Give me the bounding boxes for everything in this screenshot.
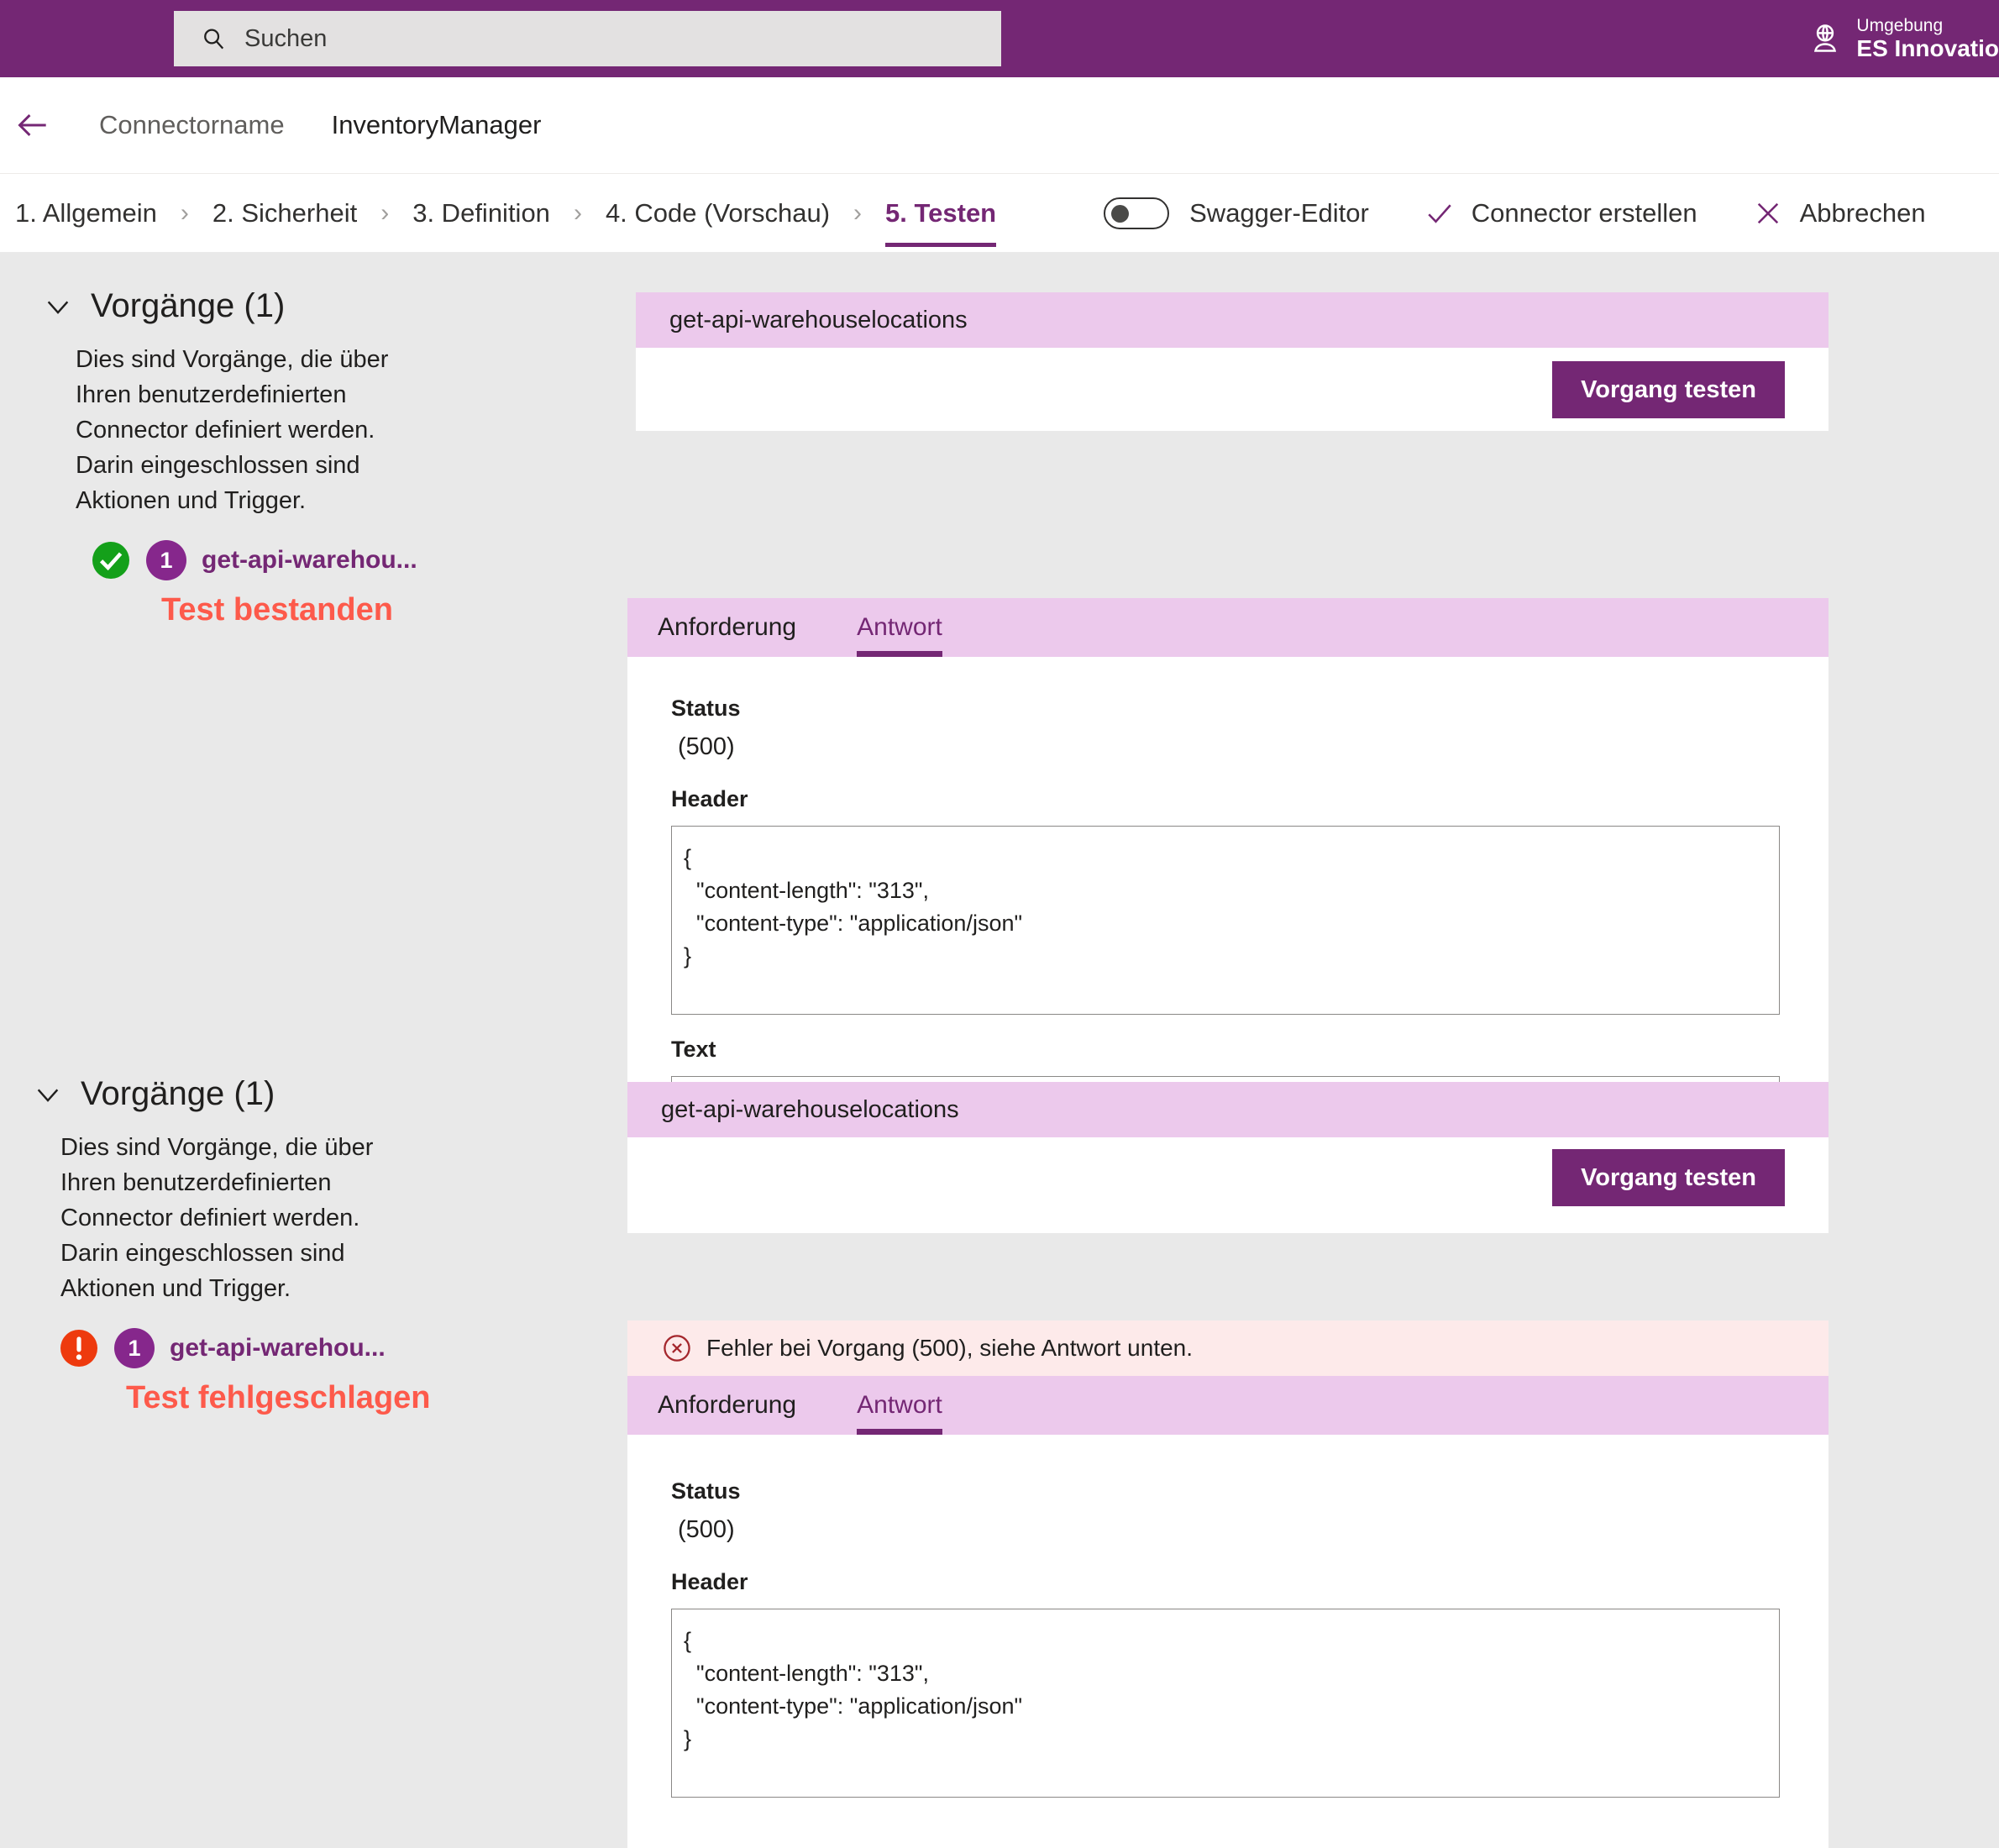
chevron-down-icon bbox=[47, 301, 69, 314]
error-exclamation-icon bbox=[60, 1330, 97, 1368]
step-code-vorschau[interactable]: 4. Code (Vorschau) bbox=[606, 174, 830, 252]
operation-number-badge: 1 bbox=[146, 540, 186, 581]
operations-description-passed: Dies sind Vorgänge, die über Ihren benut… bbox=[76, 346, 389, 515]
environment-label: Umgebung bbox=[1856, 15, 1944, 35]
result-tabs-failed: Anforderung Antwort bbox=[627, 1376, 1828, 1435]
tab-antwort-failed[interactable]: Antwort bbox=[826, 1376, 973, 1435]
step-navigation: 1. Allgemein › 2. Sicherheit › 3. Defini… bbox=[0, 174, 1999, 252]
test-operation-button-passed[interactable]: Vorgang testen bbox=[1552, 361, 1785, 418]
test-operation-button-failed[interactable]: Vorgang testen bbox=[1552, 1149, 1785, 1206]
operations-panel-failed: Vorgänge (1) Dies sind Vorgänge, die übe… bbox=[34, 1075, 622, 1416]
breadcrumb: Connectorname InventoryManager bbox=[0, 77, 1999, 174]
operation-card-header-failed: get-api-warehouselocations bbox=[627, 1082, 1828, 1137]
operation-name-passed: get-api-warehou... bbox=[202, 546, 417, 575]
operations-title-passed: Vorgänge (1) bbox=[91, 287, 286, 324]
tab-anforderung-failed[interactable]: Anforderung bbox=[627, 1376, 826, 1435]
tab-anforderung-passed[interactable]: Anforderung bbox=[627, 598, 826, 657]
status-value-passed: (500) bbox=[678, 733, 735, 760]
operations-description-failed: Dies sind Vorgänge, die über Ihren benut… bbox=[60, 1134, 374, 1303]
step-definition[interactable]: 3. Definition bbox=[412, 174, 550, 252]
back-arrow-icon[interactable] bbox=[15, 107, 52, 144]
app-root: Suchen Umgebung ES Innovatio Connectorna… bbox=[0, 0, 1999, 1848]
result-body-passed: Status (500) Header { "content-length": … bbox=[627, 657, 1828, 1082]
operation-card-passed: get-api-warehouselocations Vorgang teste… bbox=[636, 292, 1828, 431]
operation-number-badge: 1 bbox=[114, 1328, 155, 1369]
environment-text: Umgebung ES Innovatio bbox=[1856, 16, 1999, 62]
result-card-passed: Anforderung Antwort Status (500) Header … bbox=[627, 598, 1828, 1082]
operation-item-failed[interactable]: 1 get-api-warehou... bbox=[59, 1328, 622, 1369]
search-input[interactable]: Suchen bbox=[174, 11, 1001, 66]
search-icon bbox=[204, 29, 224, 50]
status-value-failed: (500) bbox=[678, 1516, 735, 1543]
chevron-down-icon bbox=[37, 1089, 59, 1102]
operation-name-failed: get-api-warehou... bbox=[170, 1334, 386, 1362]
annotation-test-failed: Test fehlgeschlagen bbox=[126, 1380, 431, 1416]
header-textarea-passed[interactable]: { "content-length": "313", "content-type… bbox=[671, 826, 1780, 1015]
header-label-passed: Header bbox=[671, 786, 748, 811]
top-app-bar: Suchen Umgebung ES Innovatio bbox=[0, 0, 1999, 77]
result-body-failed: Status (500) Header { "content-length": … bbox=[627, 1435, 1828, 1798]
result-card-failed: Anforderung Antwort Status (500) Header … bbox=[627, 1376, 1828, 1848]
step-allgemein[interactable]: 1. Allgemein bbox=[15, 174, 157, 252]
operation-card-body-passed: Vorgang testen bbox=[636, 348, 1828, 431]
error-circle-x-icon bbox=[664, 1335, 690, 1362]
check-icon bbox=[1428, 203, 1451, 223]
cancel-label: Abbrechen bbox=[1799, 197, 1926, 228]
error-banner: Fehler bei Vorgang (500), siehe Antwort … bbox=[627, 1320, 1828, 1376]
step-separator-2: › bbox=[380, 198, 390, 227]
operation-item-passed[interactable]: 1 get-api-warehou... bbox=[91, 540, 632, 581]
close-x-icon bbox=[1757, 202, 1778, 223]
step-separator-4: › bbox=[853, 198, 863, 227]
toggle-track[interactable] bbox=[1104, 197, 1170, 229]
step-sicherheit[interactable]: 2. Sicherheit bbox=[212, 174, 357, 252]
operation-card-title-failed: get-api-warehouselocations bbox=[661, 1095, 959, 1123]
operation-card-header-passed: get-api-warehouselocations bbox=[636, 292, 1828, 348]
operations-header-failed[interactable]: Vorgänge (1) bbox=[34, 1075, 622, 1113]
step-separator-1: › bbox=[180, 198, 189, 227]
environment-selector[interactable]: Umgebung ES Innovatio bbox=[1807, 0, 1999, 77]
swagger-editor-label: Swagger-Editor bbox=[1189, 197, 1369, 228]
test-canvas: Vorgänge (1) Dies sind Vorgänge, die übe… bbox=[0, 252, 1999, 1848]
status-label-passed: Status bbox=[671, 696, 741, 721]
text-label-passed: Text bbox=[671, 1037, 716, 1062]
header-label-failed: Header bbox=[671, 1569, 748, 1594]
toggle-knob bbox=[1111, 204, 1130, 223]
operations-panel-passed: Vorgänge (1) Dies sind Vorgänge, die übe… bbox=[44, 287, 632, 628]
search-placeholder: Suchen bbox=[244, 24, 328, 52]
globe-person-icon bbox=[1814, 24, 1837, 52]
step-testen[interactable]: 5. Testen bbox=[885, 174, 997, 252]
step-separator-3: › bbox=[573, 198, 582, 227]
breadcrumb-label: Connectorname bbox=[99, 110, 285, 139]
tab-antwort-passed[interactable]: Antwort bbox=[826, 598, 973, 657]
cancel-button[interactable]: Abbrechen bbox=[1753, 198, 1926, 228]
error-banner-text: Fehler bei Vorgang (500), siehe Antwort … bbox=[706, 1335, 1194, 1361]
environment-name: ES Innovatio bbox=[1856, 35, 1999, 62]
operation-card-body-failed: Vorgang testen bbox=[627, 1137, 1828, 1233]
create-connector-button[interactable]: Connector erstellen bbox=[1424, 198, 1697, 228]
operation-card-failed: get-api-warehouselocations Vorgang teste… bbox=[627, 1082, 1828, 1233]
annotation-test-passed: Test bestanden bbox=[161, 592, 393, 628]
result-tabs-passed: Anforderung Antwort bbox=[627, 598, 1828, 657]
operations-header-passed[interactable]: Vorgänge (1) bbox=[44, 287, 632, 325]
text-textarea-passed[interactable] bbox=[671, 1076, 1780, 1082]
operation-card-title-passed: get-api-warehouselocations bbox=[669, 306, 968, 333]
success-check-icon bbox=[92, 542, 129, 580]
swagger-editor-toggle[interactable]: Swagger-Editor bbox=[1104, 197, 1369, 229]
breadcrumb-connector-name: InventoryManager bbox=[331, 110, 542, 139]
status-label-failed: Status bbox=[671, 1478, 741, 1504]
header-textarea-failed[interactable]: { "content-length": "313", "content-type… bbox=[671, 1609, 1780, 1798]
create-connector-label: Connector erstellen bbox=[1471, 197, 1697, 228]
operations-title-failed: Vorgänge (1) bbox=[81, 1075, 275, 1112]
